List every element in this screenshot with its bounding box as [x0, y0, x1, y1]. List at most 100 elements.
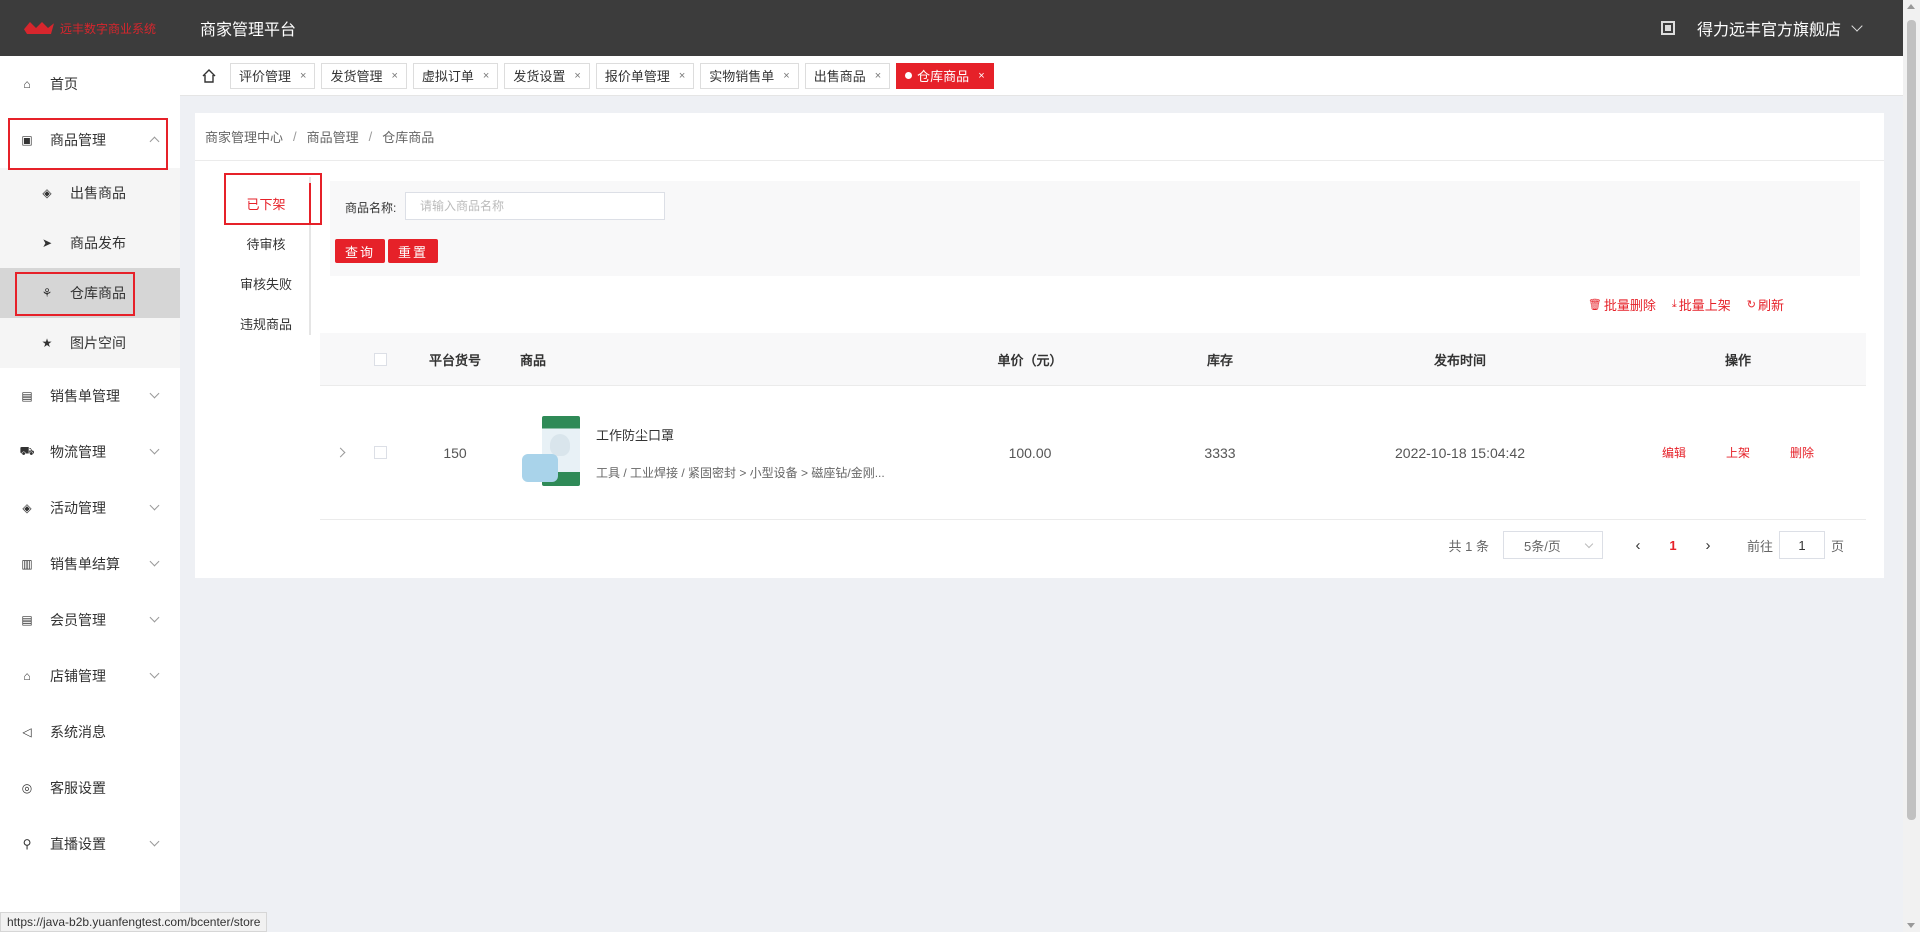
sidebar-item-live[interactable]: ⚲ 直播设置 — [0, 816, 180, 872]
vertical-scrollbar[interactable] — [1903, 0, 1920, 932]
mask-package-image — [550, 433, 570, 456]
tab-label: 实物销售单 — [709, 69, 775, 84]
sidebar-item-settlement[interactable]: ▥ 销售单结算 — [0, 536, 180, 592]
logo[interactable]: 远丰数字商业系统 — [0, 19, 180, 37]
tab-physical-orders[interactable]: 实物销售单 × — [700, 62, 799, 89]
column-header: 单价（元） — [997, 352, 1063, 368]
tab-shipping[interactable]: 发货管理 × — [321, 62, 407, 89]
action-label: 批量删除 — [1603, 298, 1656, 313]
goods-name[interactable]: 工作防尘口罩 — [596, 425, 885, 444]
row-actions: 编辑 上架 删除 — [1610, 444, 1866, 461]
breadcrumb-separator: / — [293, 129, 297, 144]
query-button[interactable]: 查询 — [335, 239, 385, 263]
breadcrumb-item[interactable]: 商品管理 — [307, 127, 359, 146]
close-icon[interactable]: × — [875, 70, 881, 82]
tab-virtual-orders[interactable]: 虚拟订单 × — [412, 62, 499, 89]
batch-delete-button[interactable]: 🗑 批量删除 — [1588, 295, 1656, 314]
page-size-value: 5条/页 — [1523, 538, 1561, 554]
delete-link[interactable]: 删除 — [1790, 444, 1814, 461]
tab-on-sale[interactable]: 出售商品 × — [804, 62, 891, 89]
chevron-down-icon — [149, 836, 160, 847]
scroll-down-icon[interactable] — [1907, 923, 1915, 928]
table-row: 150 工作防尘口罩 工具 / 工业焊接 / 紧固密封 > 小型设备 > 磁座钻… — [320, 386, 1866, 520]
close-icon[interactable]: × — [978, 70, 984, 82]
mask-package-image — [522, 453, 558, 482]
scroll-thumb[interactable] — [1907, 20, 1916, 820]
sidebar-item-label: 会员管理 — [50, 612, 106, 628]
tag-icon: ◈ — [42, 186, 52, 200]
close-icon[interactable]: × — [679, 70, 685, 82]
tab-reviews[interactable]: 评价管理 × — [230, 62, 316, 89]
column-header: 操作 — [1724, 352, 1751, 368]
close-icon[interactable]: × — [483, 70, 489, 82]
shelve-link[interactable]: 上架 — [1726, 444, 1750, 461]
batch-shelve-button[interactable]: ⤓ 批量上架 — [1672, 295, 1731, 314]
home-tab[interactable] — [198, 65, 220, 87]
sidebar-item-sales-orders[interactable]: ▤ 销售单管理 — [0, 368, 180, 424]
price-cell: 100.00 — [1008, 444, 1052, 461]
status-tab-pending-review[interactable]: 待审核 — [225, 223, 307, 263]
page-size-select[interactable]: 5条/页 — [1502, 531, 1603, 559]
stock-cell: 3333 — [1204, 444, 1236, 461]
tab-warehouse[interactable]: 仓库商品 × — [896, 62, 994, 89]
ledger-icon: ▥ — [21, 557, 33, 571]
goto-label: 前往 — [1746, 538, 1773, 554]
goods-table: 平台货号 商品 单价（元） 库存 发布时间 操作 150 工作防尘口罩 工具 /… — [320, 333, 1866, 520]
tab-label: 评价管理 — [239, 69, 292, 84]
goto-page-input[interactable] — [1778, 531, 1825, 559]
sidebar-item-members[interactable]: ▤ 会员管理 — [0, 592, 180, 648]
chevron-down-icon — [149, 444, 160, 455]
home-icon — [202, 68, 216, 83]
goods-thumbnail[interactable] — [520, 415, 582, 490]
next-page-icon[interactable]: › — [1693, 537, 1723, 554]
chevron-down-icon — [1584, 539, 1594, 549]
select-all-checkbox[interactable] — [373, 352, 387, 366]
download-icon: ⤓ — [1671, 298, 1677, 310]
qrcode-icon[interactable] — [1660, 21, 1675, 35]
tab-quotes[interactable]: 报价单管理 × — [595, 62, 695, 89]
sku-cell: 150 — [443, 444, 467, 461]
scroll-up-icon[interactable] — [1907, 4, 1915, 9]
breadcrumb-separator: / — [368, 129, 373, 144]
sidebar-item-customer-service[interactable]: ◎ 客服设置 — [0, 760, 180, 816]
chevron-down-icon — [149, 612, 160, 623]
chevron-down-icon[interactable] — [1851, 19, 1863, 32]
publish-time-cell: 2022-10-18 15:04:42 — [1395, 444, 1525, 461]
close-icon[interactable]: × — [574, 70, 580, 82]
edit-link[interactable]: 编辑 — [1662, 444, 1686, 461]
sidebar-item-label: 系统消息 — [50, 724, 106, 740]
prev-page-icon[interactable]: ‹ — [1623, 537, 1653, 554]
goods-cell: 工作防尘口罩 工具 / 工业焊接 / 紧固密封 > 小型设备 > 磁座钻/金刚.… — [510, 415, 930, 490]
breadcrumb-item: 仓库商品 — [382, 130, 435, 145]
close-icon[interactable]: × — [391, 70, 397, 82]
sidebar-item-label: 商品发布 — [70, 235, 126, 251]
status-tab-review-failed[interactable]: 审核失败 — [225, 263, 307, 303]
refresh-icon: ↻ — [1746, 299, 1756, 311]
tab-shipping-settings[interactable]: 发货设置 × — [504, 62, 590, 89]
breadcrumb-item[interactable]: 商家管理中心 — [205, 127, 283, 146]
sidebar-item-store[interactable]: ⌂ 店铺管理 — [0, 648, 180, 704]
store-name-dropdown[interactable]: 得力远丰官方旗舰店 — [1697, 16, 1841, 40]
sidebar-subitem-publish[interactable]: ➤ 商品发布 — [0, 218, 180, 268]
goods-category: 工具 / 工业焊接 / 紧固密封 > 小型设备 > 磁座钻/金刚... — [596, 465, 885, 480]
speaker-icon: ◁ — [22, 725, 32, 739]
ticket-icon: ◈ — [22, 501, 32, 515]
chevron-right-icon[interactable] — [335, 447, 345, 458]
close-icon[interactable]: × — [300, 70, 306, 82]
sidebar-item-label: 店铺管理 — [50, 668, 106, 684]
ops-cell: 编辑 上架 删除 — [1610, 444, 1866, 461]
close-icon[interactable]: × — [783, 70, 789, 82]
status-tab-violations[interactable]: 违规商品 — [225, 303, 307, 343]
refresh-button[interactable]: ↻ 刷新 — [1747, 295, 1784, 314]
reset-button[interactable]: 重置 — [388, 239, 438, 263]
goods-name-input[interactable] — [405, 192, 665, 220]
row-checkbox[interactable] — [373, 446, 387, 459]
page-number[interactable]: 1 — [1653, 538, 1693, 553]
sidebar-item-logistics[interactable]: ⛟ 物流管理 — [0, 424, 180, 480]
sidebar-item-activities[interactable]: ◈ 活动管理 — [0, 480, 180, 536]
sidebar-subitem-image-space[interactable]: ★ 图片空间 — [0, 318, 180, 368]
sidebar-item-messages[interactable]: ◁ 系统消息 — [0, 704, 180, 760]
sidebar-subitem-on-sale[interactable]: ◈ 出售商品 — [0, 168, 180, 218]
sidebar-item-home[interactable]: ⌂ 首页 — [0, 56, 180, 112]
tab-label: 发货管理 — [330, 69, 383, 84]
